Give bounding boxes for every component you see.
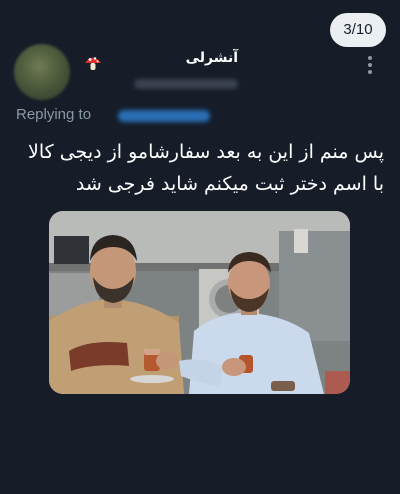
replying-to-label: Replying to <box>16 106 92 123</box>
username-handle-redacted <box>134 79 238 89</box>
tweet-text: پس منم از این به بعد سفارشامو از دیجی کا… <box>28 141 384 195</box>
photo-two-men-drinking-tea-icon <box>49 211 350 394</box>
avatar[interactable] <box>14 44 70 100</box>
image-counter-badge: 3/10 <box>330 13 386 47</box>
tweet-photo[interactable] <box>49 211 350 394</box>
replying-to-handle-redacted[interactable] <box>118 110 210 122</box>
more-vertical-icon[interactable] <box>366 56 374 76</box>
mushroom-icon <box>85 57 101 70</box>
display-name[interactable]: آنشرلی <box>132 50 238 66</box>
